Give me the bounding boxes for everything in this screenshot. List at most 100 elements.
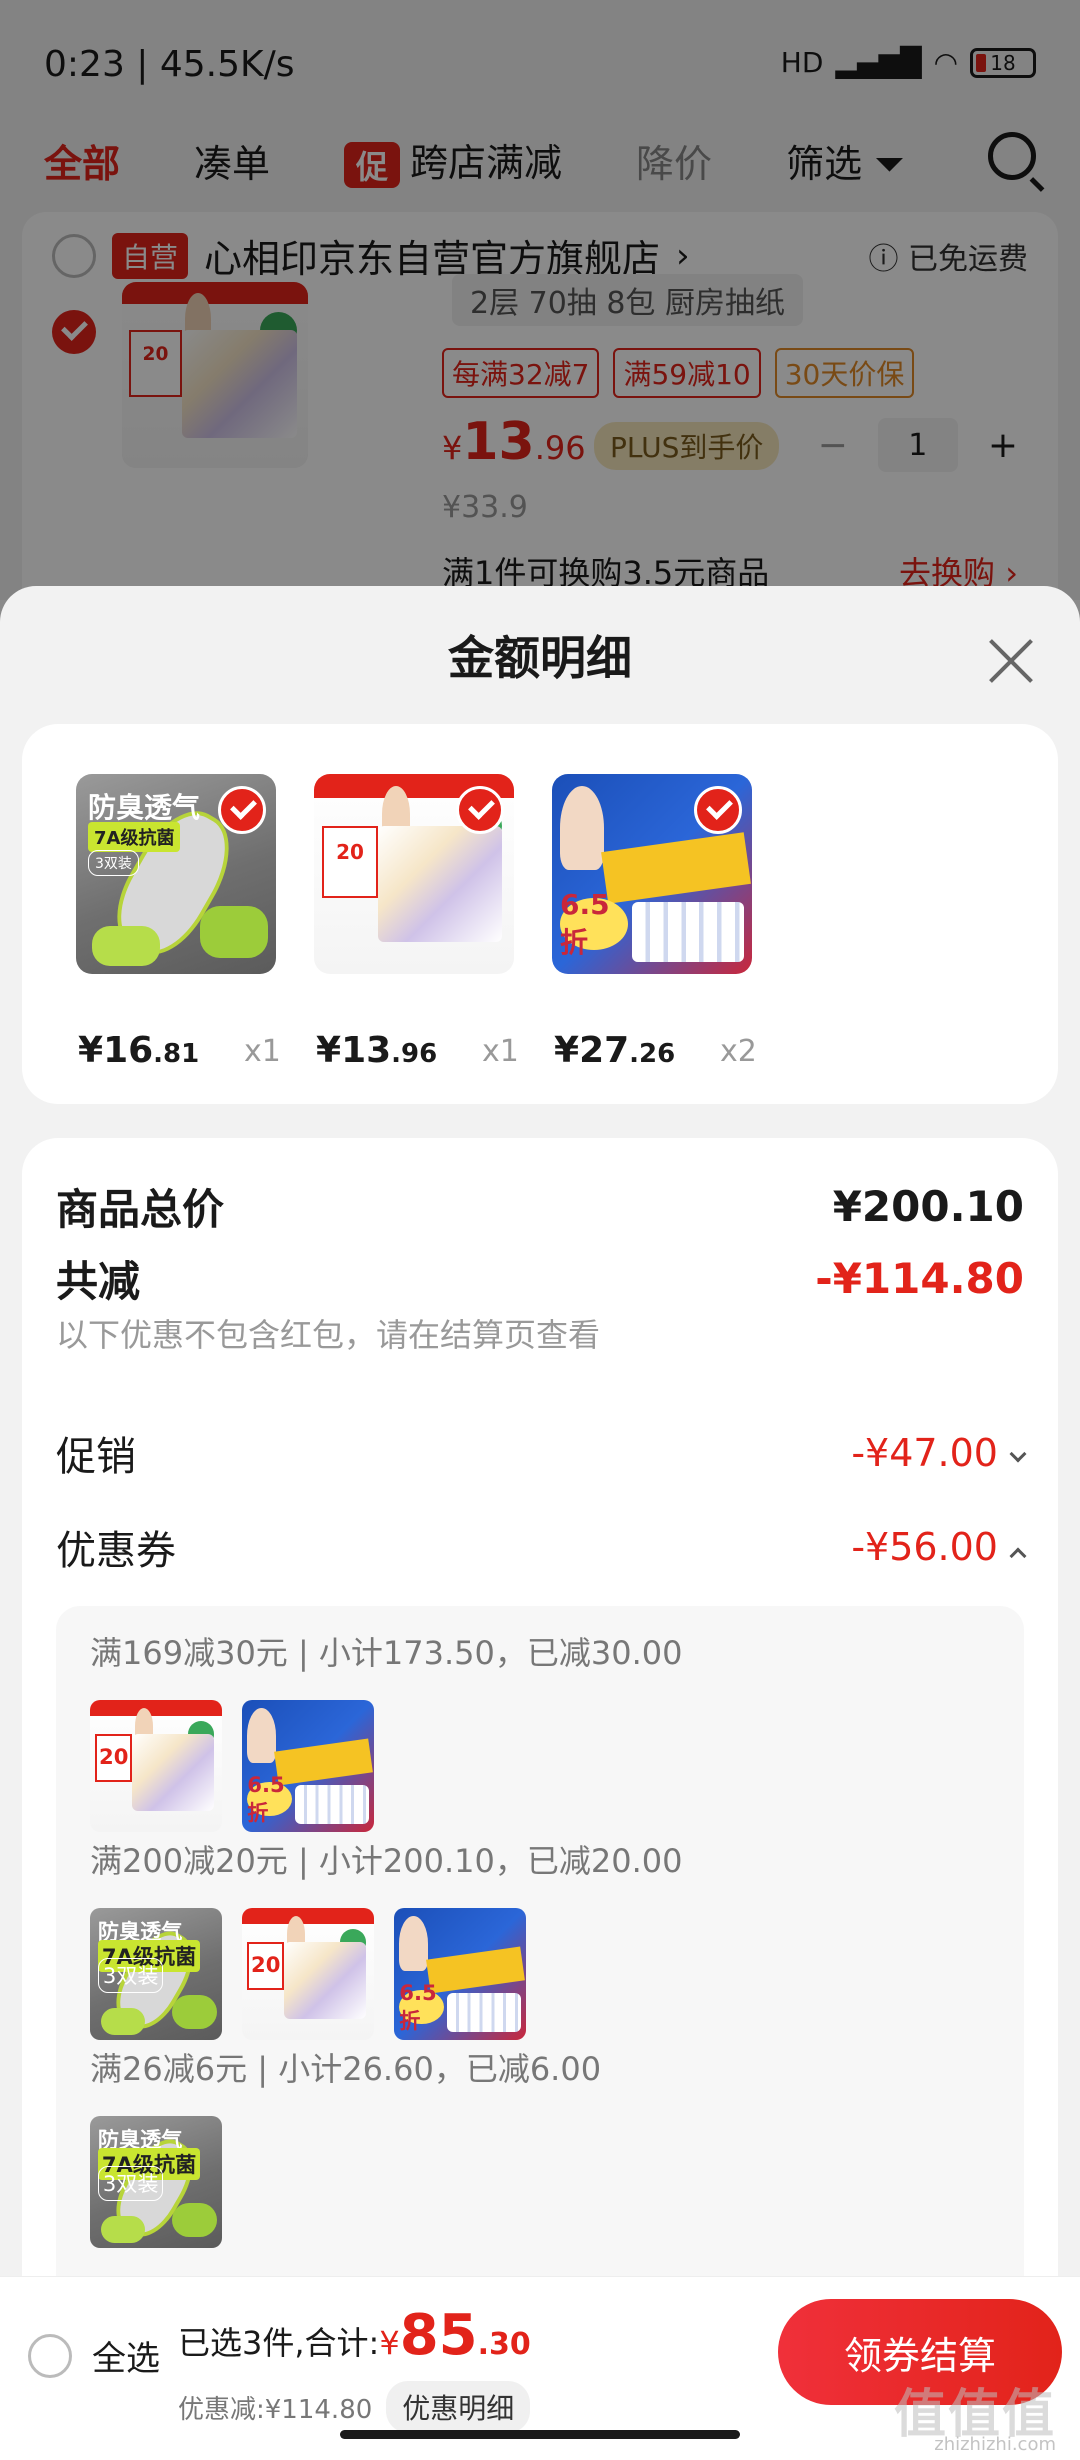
product-item[interactable]: 6.5折 ¥27.26 x2	[552, 774, 757, 1071]
reduce-value: -¥114.80	[815, 1254, 1024, 1303]
price-dec: .81	[153, 1039, 200, 1069]
overlay-mask[interactable]	[0, 0, 1080, 600]
select-all[interactable]: 全选	[28, 2331, 160, 2380]
product-thumb: 6.5折	[394, 1908, 526, 2040]
discount-detail-button[interactable]: 优惠明细	[386, 2381, 531, 2433]
art-roll	[200, 906, 268, 958]
art-person	[247, 1707, 277, 1764]
art-rolls	[294, 1784, 369, 1825]
product-thumb: 20	[90, 1700, 222, 1832]
tissue-product-art: 20	[90, 1700, 222, 1832]
sheet-title: 金额明细	[448, 631, 632, 685]
price-dec: .96	[391, 1039, 438, 1069]
select-all-label: 全选	[92, 2339, 160, 2379]
art-tag: 3双装	[88, 850, 139, 876]
reduce-label: 共减	[56, 1257, 141, 1306]
coupon-value: -¥56.00	[851, 1525, 998, 1569]
art-band	[242, 1908, 374, 1924]
product-thumb: 20	[242, 1908, 374, 2040]
coupon-item-label: 满169减30元 | 小计173.50，已减30.00	[90, 1634, 683, 1672]
art-person	[399, 1915, 429, 1972]
saved-amount: 优惠减:¥114.80	[178, 2394, 373, 2425]
coupon-label: 优惠券	[56, 1528, 176, 1574]
price-int: 13	[341, 1030, 392, 1071]
watermark-url: zhizhizhi.com	[934, 2434, 1056, 2455]
total-currency: ¥	[379, 2324, 400, 2362]
total-value: ¥200.10	[832, 1182, 1024, 1231]
art-package	[378, 826, 502, 942]
product-qty: x2	[720, 1034, 757, 1069]
insole-product-art: 防臭透气 7A级抗菌 3双装	[90, 2116, 222, 2248]
product-image: 20	[314, 774, 514, 974]
insole-product-art: 防臭透气 7A级抗菌 3双装	[90, 1908, 222, 2040]
selected-total: 已选3件,合计:¥85.30	[178, 2303, 531, 2368]
reduce-row: 共减 -¥114.80	[56, 1248, 1024, 1309]
product-price: ¥13.96	[316, 1030, 437, 1071]
art-roll	[171, 2203, 217, 2238]
price-int: 27	[579, 1030, 630, 1071]
selected-products-card: 防臭透气 7A级抗菌 3双装 ¥16.81 x1 20 ¥13.96 x1 6.…	[22, 724, 1058, 1104]
art-package	[284, 1942, 367, 2019]
product-price: ¥16.81	[78, 1030, 199, 1071]
art-tag: 7A级抗菌	[88, 822, 181, 852]
product-thumb: 防臭透气 7A级抗菌 3双装	[90, 1908, 222, 2040]
art-roll	[171, 1995, 217, 2030]
price-dec: .26	[629, 1039, 676, 1069]
total-label: 商品总价	[56, 1185, 225, 1234]
chevron-down-icon	[1009, 1445, 1027, 1463]
art-roll	[100, 2216, 146, 2243]
promotion-value-wrap: -¥47.00	[851, 1431, 1027, 1475]
coupon-value-wrap: -¥56.00	[851, 1525, 1027, 1569]
art-roll	[92, 926, 160, 966]
art-discount-badge: 6.5折	[560, 888, 628, 959]
product-price: ¥27.26	[554, 1030, 675, 1071]
art-title: 防臭透气	[88, 791, 201, 824]
art-tag: 3双装	[97, 1958, 164, 1993]
art-roll	[100, 2008, 146, 2035]
price-detail-card: 商品总价 ¥200.10 共减 -¥114.80 以下优惠不包含红包，请在结算页…	[22, 1138, 1058, 2460]
art-discount-badge: 6.5折	[247, 1772, 293, 1825]
summary-prefix: 已选3件,合计:	[178, 2324, 380, 2362]
art-band	[90, 1700, 222, 1716]
product-thumb: 6.5折	[242, 1700, 374, 1832]
check-icon	[694, 786, 742, 834]
coupon-item-thumbs: 防臭透气 7A级抗菌 3双装 20 6.5折	[90, 1908, 526, 2040]
art-tag: 3双装	[97, 2166, 164, 2201]
coupon-item-label: 满200减20元 | 小计200.10，已减20.00	[90, 1842, 683, 1880]
coupon-item-thumbs: 防臭透气 7A级抗菌 3双装	[90, 2116, 222, 2248]
toilet-paper-product-art: 6.5折	[242, 1700, 374, 1832]
tissue-product-art: 20	[242, 1908, 374, 2040]
close-icon[interactable]	[986, 636, 1036, 686]
product-item[interactable]: 防臭透气 7A级抗菌 3双装 ¥16.81 x1	[76, 774, 281, 1071]
art-rolls	[632, 902, 744, 962]
product-qty: x1	[244, 1034, 281, 1069]
art-promo-label: 20	[247, 1942, 285, 1990]
promotion-row[interactable]: 促销 -¥47.00	[56, 1424, 1027, 1482]
coupon-item-label: 满26减6元 | 小计26.60，已减6.00	[90, 2050, 602, 2088]
coupon-breakdown: 满169减30元 | 小计173.50，已减30.00 20 6.5折 满200…	[56, 1606, 1024, 2386]
art-rolls	[446, 1992, 521, 2033]
total-int: 85	[399, 2303, 478, 2368]
price-symbol: ¥	[78, 1030, 104, 1071]
price-symbol: ¥	[316, 1030, 342, 1071]
coupon-row[interactable]: 优惠券 -¥56.00	[56, 1518, 1027, 1576]
art-package	[132, 1734, 215, 1811]
check-icon	[218, 786, 266, 834]
home-indicator[interactable]	[340, 2430, 740, 2439]
art-promo-label: 20	[95, 1734, 133, 1782]
art-promo-label: 20	[322, 826, 378, 898]
product-image: 防臭透气 7A级抗菌 3双装	[76, 774, 276, 974]
price-symbol: ¥	[554, 1030, 580, 1071]
product-item[interactable]: 20 ¥13.96 x1	[314, 774, 519, 1071]
select-all-checkbox[interactable]	[28, 2333, 72, 2378]
coupon-item-thumbs: 20 6.5折	[90, 1700, 374, 1832]
product-thumb: 防臭透气 7A级抗菌 3双装	[90, 2116, 222, 2248]
total-row: 商品总价 ¥200.10	[56, 1176, 1024, 1237]
chevron-up-icon	[1009, 1547, 1027, 1565]
product-qty: x1	[482, 1034, 519, 1069]
promotion-value: -¥47.00	[851, 1431, 998, 1475]
check-icon	[456, 786, 504, 834]
toilet-paper-product-art: 6.5折	[394, 1908, 526, 2040]
amount-detail-sheet: 金额明细 防臭透气 7A级抗菌 3双装 ¥16.81 x1 20 ¥13.96 …	[0, 586, 1080, 2460]
art-discount-badge: 6.5折	[399, 1980, 445, 2033]
